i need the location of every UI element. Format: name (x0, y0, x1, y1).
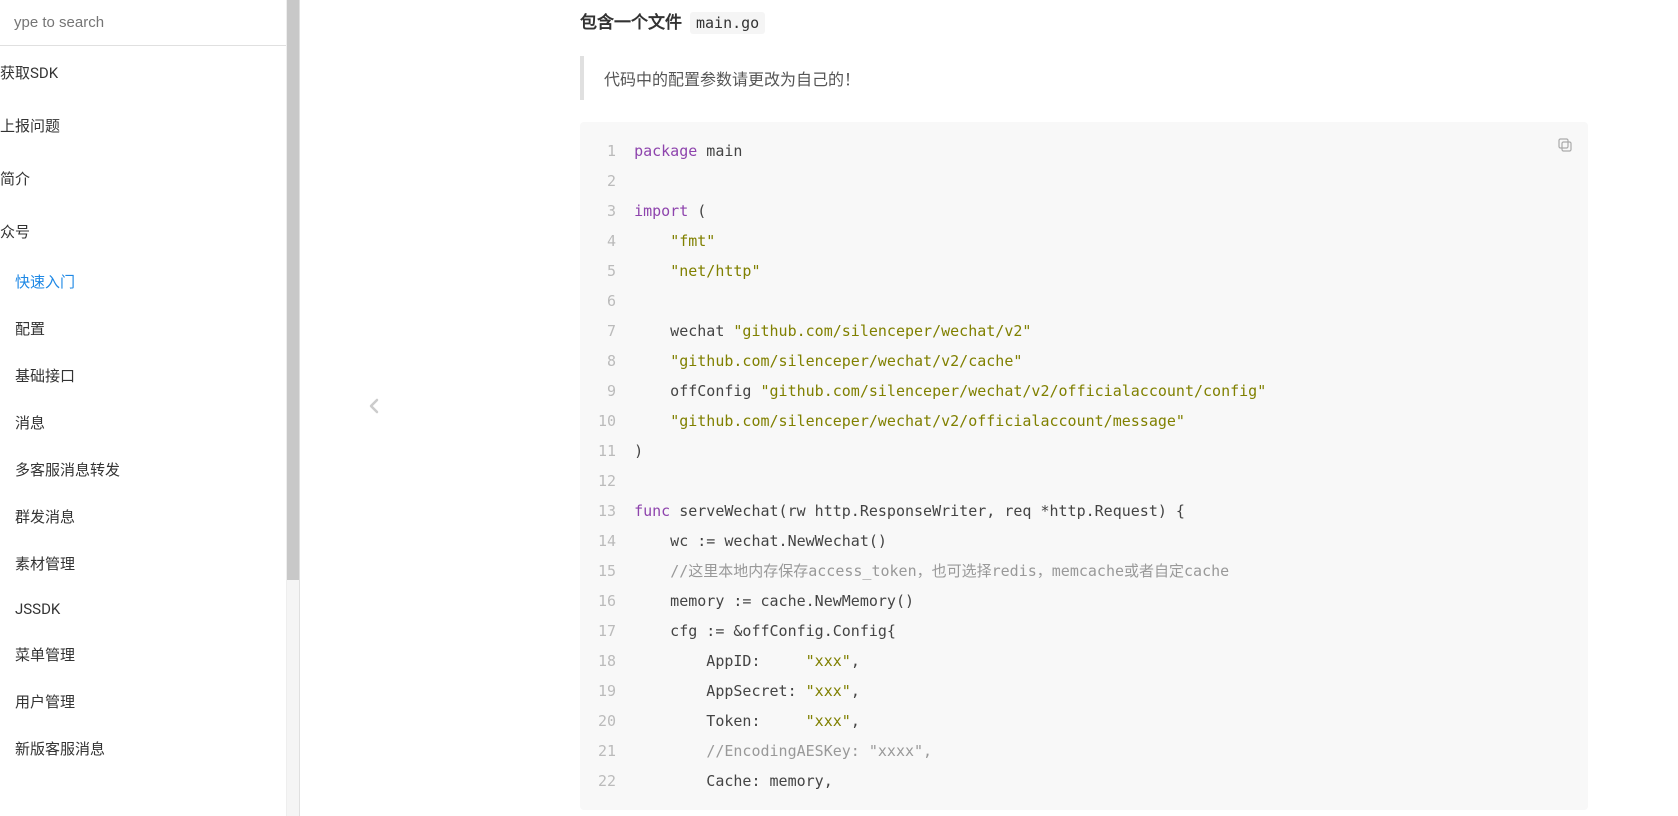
sidebar-item-6[interactable]: 基础接口 (0, 352, 299, 399)
line-number: 18 (598, 646, 616, 676)
sidebar-nav: 获取SDK上报问题简介众号快速入门配置基础接口消息多客服消息转发群发消息素材管理… (0, 46, 299, 816)
code-line (634, 286, 1588, 316)
line-number: 4 (598, 226, 616, 256)
scroll-thumb[interactable] (287, 0, 299, 580)
code-line: "github.com/silenceper/wechat/v2/cache" (634, 346, 1588, 376)
code-line: package main (634, 136, 1588, 166)
sidebar-item-5[interactable]: 配置 (0, 305, 299, 352)
code-line: wc := wechat.NewWechat() (634, 526, 1588, 556)
heading-filename: main.go (690, 12, 765, 34)
code-line: memory := cache.NewMemory() (634, 586, 1588, 616)
line-number: 19 (598, 676, 616, 706)
sidebar-item-11[interactable]: JSSDK (0, 587, 299, 631)
line-number: 7 (598, 316, 616, 346)
sidebar-item-2[interactable]: 简介 (0, 152, 299, 205)
code-line: ) (634, 436, 1588, 466)
line-number: 17 (598, 616, 616, 646)
code-line: AppSecret: "xxx", (634, 676, 1588, 706)
heading-text: 包含一个文件 (580, 8, 682, 33)
line-number: 13 (598, 496, 616, 526)
sidebar-item-10[interactable]: 素材管理 (0, 540, 299, 587)
code-line: Cache: memory, (634, 766, 1588, 796)
line-number: 16 (598, 586, 616, 616)
copy-icon (1556, 136, 1574, 154)
code-line: "fmt" (634, 226, 1588, 256)
line-number: 5 (598, 256, 616, 286)
line-number: 1 (598, 136, 616, 166)
sidebar-item-12[interactable]: 菜单管理 (0, 631, 299, 678)
line-numbers: 12345678910111213141516171819202122 (580, 136, 634, 796)
code-line: //这里本地内存保存access_token，也可选择redis，memcach… (634, 556, 1588, 586)
code-line: AppID: "xxx", (634, 646, 1588, 676)
line-number: 9 (598, 376, 616, 406)
code-line: wechat "github.com/silenceper/wechat/v2" (634, 316, 1588, 346)
sidebar-item-9[interactable]: 群发消息 (0, 493, 299, 540)
sidebar-item-4[interactable]: 快速入门 (0, 258, 299, 305)
copy-code-button[interactable] (1556, 136, 1574, 157)
code-line (634, 466, 1588, 496)
code-line: func serveWechat(rw http.ResponseWriter,… (634, 496, 1588, 526)
search-box (0, 0, 299, 46)
search-input[interactable] (14, 8, 285, 37)
note-blockquote: 代码中的配置参数请更改为自己的！ (580, 56, 1588, 100)
sidebar-item-14[interactable]: 新版客服消息 (0, 725, 299, 772)
sidebar-item-3[interactable]: 众号 (0, 205, 299, 258)
section-heading: 包含一个文件 main.go (580, 8, 1588, 34)
code-line: //EncodingAESKey: "xxxx", (634, 736, 1588, 766)
code-line: "github.com/silenceper/wechat/v2/officia… (634, 406, 1588, 436)
line-number: 6 (598, 286, 616, 316)
sidebar-item-0[interactable]: 获取SDK (0, 46, 299, 99)
code-line (634, 166, 1588, 196)
code-content: 12345678910111213141516171819202122 pack… (580, 122, 1588, 810)
line-number: 11 (598, 436, 616, 466)
line-number: 15 (598, 556, 616, 586)
code-line: offConfig "github.com/silenceper/wechat/… (634, 376, 1588, 406)
sidebar-item-8[interactable]: 多客服消息转发 (0, 446, 299, 493)
sidebar: 获取SDK上报问题简介众号快速入门配置基础接口消息多客服消息转发群发消息素材管理… (0, 0, 300, 816)
code-block: 12345678910111213141516171819202122 pack… (580, 122, 1588, 810)
line-number: 10 (598, 406, 616, 436)
line-number: 12 (598, 466, 616, 496)
sidebar-scrollbar[interactable] (286, 0, 299, 816)
blockquote-text: 代码中的配置参数请更改为自己的！ (604, 70, 860, 89)
sidebar-item-13[interactable]: 用户管理 (0, 678, 299, 725)
code-line: Token: "xxx", (634, 706, 1588, 736)
line-number: 14 (598, 526, 616, 556)
code-line: import ( (634, 196, 1588, 226)
code-line: "net/http" (634, 256, 1588, 286)
line-number: 21 (598, 736, 616, 766)
main-content: 包含一个文件 main.go 代码中的配置参数请更改为自己的！ 12345678… (300, 0, 1678, 816)
line-number: 22 (598, 766, 616, 796)
line-number: 20 (598, 706, 616, 736)
code-line: cfg := &offConfig.Config{ (634, 616, 1588, 646)
line-number: 3 (598, 196, 616, 226)
line-number: 2 (598, 166, 616, 196)
line-number: 8 (598, 346, 616, 376)
sidebar-item-7[interactable]: 消息 (0, 399, 299, 446)
sidebar-item-1[interactable]: 上报问题 (0, 99, 299, 152)
code-lines: package main import ( "fmt" "net/http" w… (634, 136, 1588, 796)
